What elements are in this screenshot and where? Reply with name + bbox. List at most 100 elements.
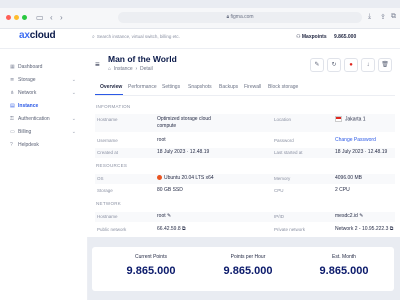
- location-label: Location: [274, 117, 292, 122]
- close-window-icon[interactable]: [6, 15, 11, 20]
- download-button[interactable]: ↓: [361, 58, 375, 72]
- hostname-label: Hostname: [97, 117, 118, 122]
- instance-detail-card: [87, 49, 400, 237]
- chevron-down-icon: ⌄: [71, 90, 76, 96]
- public-network-value: 66.42.59.8 ⧉: [157, 226, 186, 232]
- breadcrumb: ⌂ Instance › Detail: [108, 66, 153, 72]
- lock-icon: 🔒︎: [226, 14, 230, 20]
- password-label: Password: [274, 138, 294, 143]
- sidebar-item-helpdesk[interactable]: ? Helpdesk: [10, 140, 82, 151]
- tab-settings[interactable]: Settings: [162, 84, 180, 90]
- sidebar: [0, 49, 88, 300]
- download-icon[interactable]: ⤓: [368, 13, 371, 21]
- global-search[interactable]: ⌕ Search instance, virtual switch, billin…: [92, 34, 180, 40]
- os-value: Ubuntu 20.04 LTS x64: [157, 175, 214, 181]
- grid-icon: ▦: [10, 64, 15, 70]
- breadcrumb-detail: Detail: [139, 66, 153, 72]
- home-icon[interactable]: ⌂: [108, 66, 111, 72]
- sidebar-item-storage[interactable]: ≣ Storage ⌄: [10, 75, 82, 86]
- brand-logo[interactable]: axcloud: [19, 30, 56, 41]
- last-started-label: Last started at: [274, 150, 303, 155]
- tab-divider: [95, 95, 395, 96]
- sidebar-item-dashboard[interactable]: ▦ Dashboard: [10, 62, 82, 73]
- network-hostname-label: Hostname: [97, 214, 118, 219]
- section-title-network: NETWORK: [96, 201, 122, 206]
- last-started-value: 18 July 2023 · 12.48.19: [335, 149, 388, 155]
- tab-backups[interactable]: Backups: [219, 84, 238, 90]
- ip-id-label: IP/ID: [274, 214, 285, 219]
- private-network-label: Private network: [274, 227, 306, 232]
- est-month-label: Est. Month: [332, 254, 356, 260]
- location-value: Jakarta 1: [335, 116, 366, 122]
- breadcrumb-instance[interactable]: Instance: [114, 66, 133, 72]
- points-label: ⚇ Maxpoints: [296, 34, 327, 40]
- edit-icon[interactable]: ✎: [359, 213, 363, 219]
- sidebar-item-billing[interactable]: ▭ Billing ⌄: [10, 127, 82, 138]
- back-icon[interactable]: ‹: [50, 13, 53, 22]
- sidebar-item-instance[interactable]: ▤ Instance: [10, 101, 82, 112]
- tab-overview[interactable]: Overview: [100, 84, 122, 90]
- storage-value: 80 GB SSD: [157, 187, 183, 193]
- tab-snapshots[interactable]: Snapshots: [188, 84, 212, 90]
- server-icon: ▤: [10, 103, 15, 109]
- restart-button[interactable]: ↻: [327, 58, 341, 72]
- help-icon: ?: [10, 142, 13, 148]
- points-per-hour-value: 9.865.000: [223, 265, 273, 277]
- sidebar-item-authentication[interactable]: ⚿ Authentication ⌄: [10, 114, 82, 125]
- copy-icon[interactable]: ⧉: [182, 226, 186, 232]
- card-icon: ▭: [10, 129, 15, 135]
- change-password-link[interactable]: Change Password: [335, 137, 376, 143]
- browser-toolbar: ▭ ‹ › 🔒︎ figma.com ⤓ ⇪ ⧉: [0, 8, 400, 29]
- memory-value: 4096.00 MB: [335, 175, 362, 181]
- share-icon[interactable]: ⇪: [380, 13, 386, 21]
- memory-label: Memory: [274, 176, 291, 181]
- points-value: 9.865.000: [334, 34, 357, 40]
- indonesia-flag-icon: [335, 116, 342, 122]
- hostname-value-line2: compute: [157, 123, 177, 129]
- tab-performance[interactable]: Performance: [128, 84, 157, 90]
- chevron-down-icon: ⌄: [71, 116, 76, 122]
- database-icon: ≣: [10, 77, 15, 83]
- maximize-window-icon[interactable]: [22, 15, 27, 20]
- network-icon: ⋔: [10, 90, 15, 96]
- network-hostname-value: root ✎: [157, 213, 172, 219]
- forward-icon[interactable]: ›: [60, 13, 63, 22]
- search-icon: ⌕: [92, 34, 95, 40]
- os-label: OS: [97, 176, 104, 181]
- app-header: axcloud ⌕ Search instance, virtual switch…: [0, 29, 400, 72]
- sidebar-item-network[interactable]: ⋔ Network ⌄: [10, 88, 82, 99]
- tabs-icon[interactable]: ⧉: [391, 13, 396, 21]
- current-points-value: 9.865.000: [126, 265, 176, 277]
- cpu-label: CPU: [274, 188, 284, 193]
- url-text: figma.com: [230, 14, 254, 20]
- section-title-information: INFORMATION: [96, 104, 131, 109]
- server-icon: ≡: [95, 60, 100, 69]
- delete-button[interactable]: 🗑︎: [378, 58, 392, 72]
- minimize-window-icon[interactable]: [14, 15, 19, 20]
- lock-icon: ⚿: [10, 116, 14, 122]
- est-month-value: 9.865.000: [319, 265, 369, 277]
- cpu-value: 2 CPU: [335, 187, 350, 193]
- tab-firewall[interactable]: Firewall: [244, 84, 261, 90]
- chevron-down-icon: ⌄: [71, 129, 76, 135]
- sidebar-toggle-icon[interactable]: ▭: [36, 13, 44, 22]
- address-bar[interactable]: 🔒︎ figma.com: [118, 12, 362, 23]
- current-points-label: Current Points: [135, 254, 167, 260]
- storage-label: Storage: [97, 188, 113, 193]
- section-title-resources: RESOURCES: [96, 163, 128, 168]
- edit-icon[interactable]: ✎: [167, 213, 171, 219]
- username-value: root: [157, 137, 166, 143]
- search-input[interactable]: Search instance, virtual switch, billing…: [97, 34, 180, 39]
- coin-icon: ⚇: [296, 34, 301, 40]
- tab-block-storage[interactable]: Block storage: [268, 84, 298, 90]
- created-value: 18 July 2023 · 12.48.19: [157, 149, 210, 155]
- ip-id-value: mesdc2.id ✎: [335, 213, 364, 219]
- ubuntu-icon: [157, 175, 162, 181]
- power-button[interactable]: ●: [344, 58, 358, 72]
- public-network-label: Public network: [97, 227, 127, 232]
- edit-button[interactable]: ✎: [310, 58, 324, 72]
- chevron-down-icon: ⌄: [71, 77, 76, 83]
- points-per-hour-label: Points per Hour: [230, 254, 266, 260]
- username-label: Username: [97, 138, 118, 143]
- copy-icon[interactable]: ⧉: [390, 226, 394, 232]
